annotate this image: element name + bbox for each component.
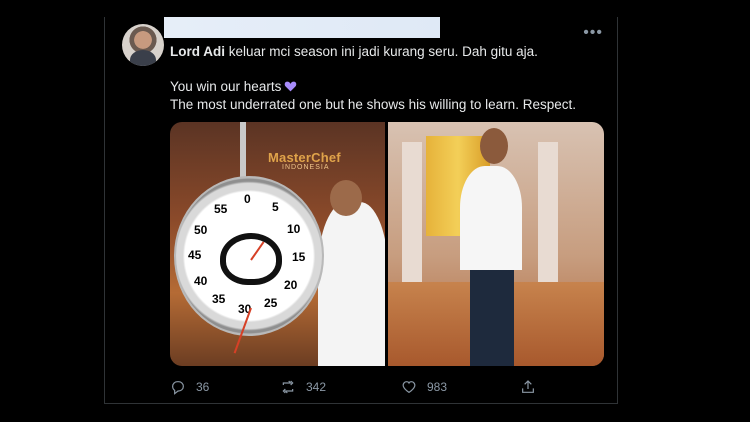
reply-button[interactable]: 36 xyxy=(170,379,209,395)
tweet-line-2: You win our hearts xyxy=(170,78,600,96)
background-pillar xyxy=(538,142,558,282)
retweet-count: 342 xyxy=(306,380,327,394)
clock-number: 10 xyxy=(287,222,301,236)
tweet-line-2-text: You win our hearts xyxy=(170,79,282,94)
chef-left-head xyxy=(330,180,362,216)
like-button[interactable]: 983 xyxy=(401,379,447,395)
masterchef-sign-sub: INDONESIA xyxy=(282,164,330,171)
clock-number: 55 xyxy=(214,202,228,216)
clock-number: 20 xyxy=(284,278,298,292)
media-image-left[interactable]: MasterChef INDONESIA 0 5 10 15 20 25 30 … xyxy=(170,122,385,366)
tweet-card[interactable]: ••• Lord Adi keluar mci season ini jadi … xyxy=(104,17,618,404)
like-count: 983 xyxy=(427,380,448,394)
reply-count: 36 xyxy=(196,380,210,394)
tweet-line-1-text: keluar mci season ini jadi kurang seru. … xyxy=(225,44,538,59)
clock-number: 25 xyxy=(264,296,278,310)
retweet-button[interactable]: 342 xyxy=(280,379,326,395)
chef-right-head xyxy=(480,128,508,164)
chef-right-jacket xyxy=(460,166,522,270)
clock-number: 15 xyxy=(292,250,306,264)
clock-number: 0 xyxy=(244,192,251,206)
purple-heart-icon xyxy=(285,81,297,92)
share-icon xyxy=(522,380,534,393)
timer-clock: 0 5 10 15 20 25 30 35 40 45 50 55 xyxy=(174,176,324,354)
clock-number: 45 xyxy=(188,248,202,262)
clock-number: 40 xyxy=(194,274,208,288)
like-icon xyxy=(402,381,416,394)
chef-right-legs xyxy=(470,270,514,366)
clock-number: 35 xyxy=(212,292,226,306)
tweet-text: Lord Adi keluar mci season ini jadi kura… xyxy=(170,43,600,114)
background-pillar xyxy=(402,142,422,282)
retweet-icon xyxy=(282,380,294,394)
more-icon[interactable]: ••• xyxy=(583,24,603,42)
action-bar: 36 342 983 xyxy=(170,377,590,397)
clock-number: 5 xyxy=(272,200,279,214)
chef-left-body xyxy=(318,202,385,366)
avatar[interactable] xyxy=(122,24,164,66)
masterchef-sign: MasterChef xyxy=(268,150,341,165)
tweet-media[interactable]: MasterChef INDONESIA 0 5 10 15 20 25 30 … xyxy=(170,122,604,366)
media-image-right[interactable] xyxy=(388,122,604,366)
redacted-username xyxy=(164,17,440,38)
tweet-line-1: Lord Adi keluar mci season ini jadi kura… xyxy=(170,43,600,61)
tweet-line-3: The most underrated one but he shows his… xyxy=(170,97,576,112)
clock-number: 50 xyxy=(194,223,208,237)
mention-name: Lord Adi xyxy=(170,44,225,59)
reply-icon xyxy=(172,381,184,395)
avatar-figure xyxy=(130,50,156,66)
share-button[interactable] xyxy=(520,379,546,395)
